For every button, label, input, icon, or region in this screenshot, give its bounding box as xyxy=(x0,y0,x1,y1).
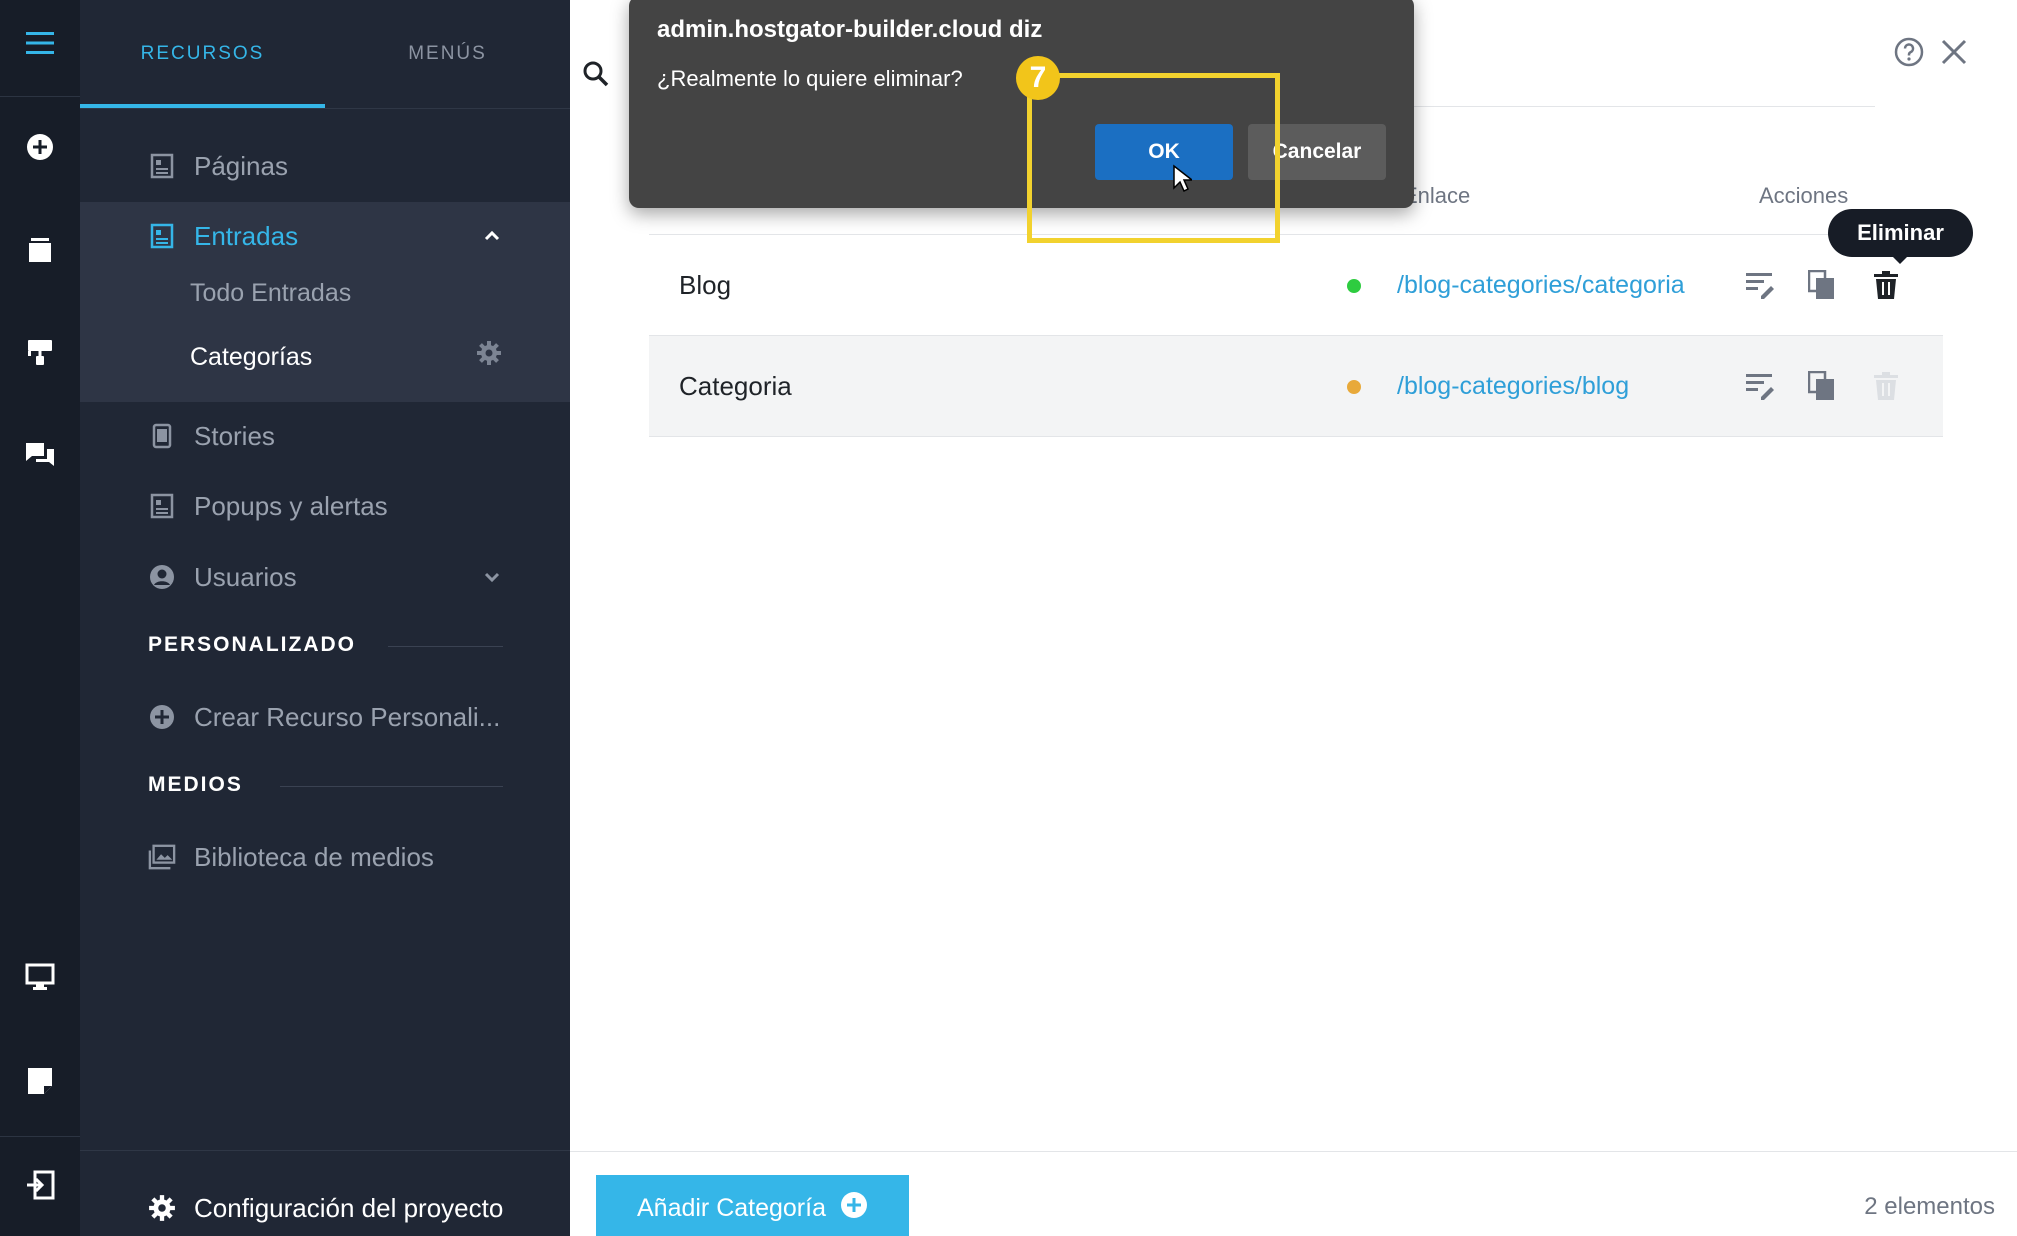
section-heading-personalizado: PERSONALIZADO xyxy=(148,633,357,656)
duplicate-icon[interactable] xyxy=(1805,268,1839,302)
gear-icon[interactable] xyxy=(476,340,502,366)
table-row[interactable]: Blog /blog-categories/categoria xyxy=(649,235,1943,336)
add-circle-icon xyxy=(148,703,176,731)
chevron-down-icon[interactable] xyxy=(480,565,504,589)
trash-icon[interactable] xyxy=(1869,268,1903,302)
tab-recursos[interactable]: RECURSOS xyxy=(80,0,325,108)
table-row[interactable]: Categoria /blog-categories/blog xyxy=(649,336,1943,437)
sidebar-item-paginas[interactable]: Páginas xyxy=(80,146,570,186)
desktop-preview-icon[interactable] xyxy=(0,937,80,1017)
sidebar-item-config[interactable]: Configuración del proyecto xyxy=(80,1188,570,1228)
page-icon xyxy=(148,492,176,520)
tab-menus[interactable]: MENÚS xyxy=(325,0,570,108)
chat-icon[interactable] xyxy=(0,415,80,495)
row-link[interactable]: /blog-categories/categoria xyxy=(1397,235,1685,335)
chevron-up-icon[interactable] xyxy=(480,224,504,248)
resources-sidebar: RECURSOS MENÚS Páginas Entradas Todo Ent… xyxy=(80,0,570,1236)
page-icon xyxy=(148,152,176,180)
delete-tooltip: Eliminar xyxy=(1828,209,1973,257)
help-icon[interactable] xyxy=(1893,36,1925,68)
sidebar-item-label: Biblioteca de medios xyxy=(194,841,434,872)
edit-icon[interactable] xyxy=(1743,369,1777,403)
tooltip-arrow xyxy=(1891,255,1909,264)
mouse-cursor-icon xyxy=(1172,164,1195,194)
sidebar-item-label: Configuración del proyecto xyxy=(194,1192,504,1223)
edit-icon[interactable] xyxy=(1743,268,1777,302)
exit-icon[interactable] xyxy=(0,1145,80,1225)
duplicate-icon[interactable] xyxy=(1805,369,1839,403)
hamburger-menu-icon[interactable] xyxy=(0,3,80,83)
sidebar-item-label: Stories xyxy=(194,420,275,451)
sidebar-item-crear-recurso[interactable]: Crear Recurso Personali... xyxy=(80,697,570,737)
sidebar-subitem-todo-entradas[interactable]: Todo Entradas xyxy=(190,279,351,308)
sidebar-item-label: Entradas xyxy=(194,220,299,251)
section-heading-medios: MEDIOS xyxy=(148,773,243,796)
column-header-actions: Acciones xyxy=(1759,183,1849,208)
item-count: 2 elementos xyxy=(1864,1193,1995,1220)
layers-icon[interactable] xyxy=(0,210,80,290)
sidebar-item-usuarios[interactable]: Usuarios xyxy=(80,557,570,597)
add-category-button[interactable]: Añadir Categoría xyxy=(596,1175,909,1236)
add-category-label: Añadir Categoría xyxy=(636,1193,826,1222)
icon-rail xyxy=(0,0,80,1236)
page-icon xyxy=(148,222,176,250)
row-name: Blog xyxy=(679,269,732,300)
paint-roller-icon[interactable] xyxy=(0,312,80,392)
step-number-badge: 7 xyxy=(1016,56,1060,100)
sidebar-item-label: Usuarios xyxy=(194,561,297,592)
user-circle-icon xyxy=(148,563,176,591)
close-icon[interactable] xyxy=(1938,36,1970,68)
dialog-title: admin.hostgator-builder.cloud diz xyxy=(657,16,1043,43)
status-dot xyxy=(1347,279,1361,293)
add-circle-icon xyxy=(840,1191,868,1226)
sidebar-item-entradas[interactable]: Entradas xyxy=(80,216,570,256)
confirm-dialog: admin.hostgator-builder.cloud diz ¿Realm… xyxy=(629,0,1414,208)
row-name: Categoria xyxy=(679,370,792,401)
sidebar-subitem-categorias[interactable]: Categorías xyxy=(190,343,312,372)
sidebar-item-biblioteca[interactable]: Biblioteca de medios xyxy=(80,837,570,877)
entradas-group: Entradas Todo Entradas Categorías xyxy=(80,202,570,402)
mobile-icon xyxy=(148,422,176,450)
step-highlight-box xyxy=(1027,73,1280,243)
sidebar-item-stories[interactable]: Stories xyxy=(80,416,570,456)
add-circle-icon[interactable] xyxy=(0,107,80,187)
dialog-message: ¿Realmente lo quiere eliminar? xyxy=(657,66,963,91)
gear-icon xyxy=(148,1194,176,1222)
status-dot xyxy=(1347,380,1361,394)
sidebar-item-label: Crear Recurso Personali... xyxy=(194,701,501,732)
search-underline xyxy=(1400,106,1875,107)
sidebar-item-label: Popups y alertas xyxy=(194,490,388,521)
row-link[interactable]: /blog-categories/blog xyxy=(1397,336,1629,436)
search-icon[interactable] xyxy=(582,60,610,88)
note-icon[interactable] xyxy=(0,1041,80,1121)
images-icon xyxy=(148,843,176,871)
sidebar-item-popups[interactable]: Popups y alertas xyxy=(80,486,570,526)
sidebar-item-label: Páginas xyxy=(194,150,288,181)
trash-icon[interactable] xyxy=(1869,369,1903,403)
